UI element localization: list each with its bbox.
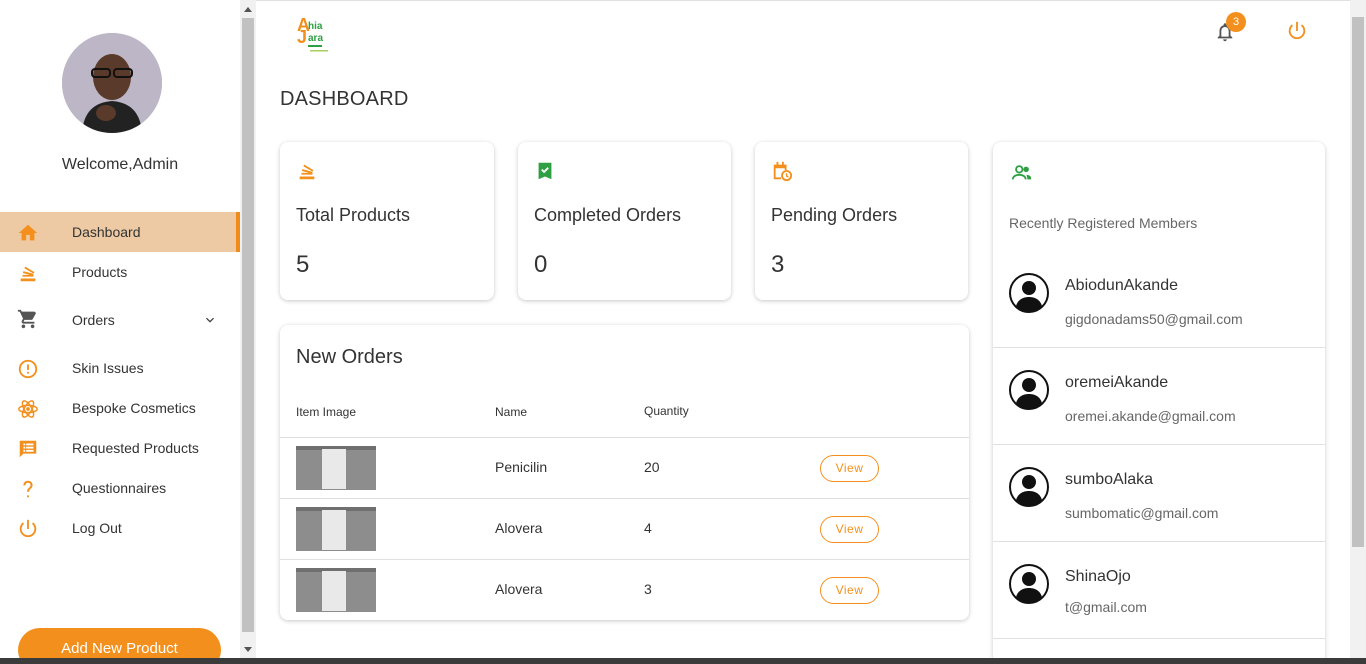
member-email: gigdonadams50@gmail.com: [1065, 311, 1243, 327]
sidebar-scrollbar-thumb[interactable]: [242, 18, 254, 632]
logo-text-hia: hia: [308, 21, 323, 32]
view-button[interactable]: View: [820, 577, 879, 604]
stat-value: 0: [534, 251, 548, 278]
user-avatar-icon: [1009, 564, 1049, 604]
item-quantity: 20: [644, 459, 660, 475]
sidebar-item-skin-issues[interactable]: Skin Issues: [0, 348, 240, 388]
sidebar-item-label: Orders: [72, 312, 115, 328]
member-item[interactable]: ShinaOjo t@gmail.com: [993, 542, 1325, 639]
admin-avatar: [62, 33, 162, 133]
cart-icon: [17, 309, 37, 329]
new-orders-title: New Orders: [296, 346, 403, 368]
calendar-clock-icon: [773, 161, 793, 182]
list-box-icon: [19, 440, 37, 458]
sidebar-item-label: Questionnaires: [72, 480, 167, 496]
user-avatar-icon: [1009, 273, 1049, 313]
table-row: Alovera 4 View: [280, 498, 969, 559]
welcome-text: Welcome,Admin: [61, 156, 179, 173]
chevron-down-icon[interactable]: [202, 312, 218, 328]
sidebar-item-label: Skin Issues: [72, 360, 144, 376]
sidebar-item-requested-products[interactable]: Requested Products: [0, 428, 240, 468]
stat-value: 3: [771, 251, 785, 278]
sidebar-item-label: Bespoke Cosmetics: [72, 400, 196, 416]
column-header-item-image: Item Image: [296, 405, 357, 419]
member-name: ShinaOjo: [1065, 568, 1131, 585]
member-email: sumbomatic@gmail.com: [1065, 505, 1219, 521]
app-logo[interactable]: A hia J ara: [294, 11, 334, 55]
page-title: DASHBOARD: [280, 88, 409, 110]
members-title: Recently Registered Members: [1009, 215, 1198, 231]
stat-value: 5: [296, 251, 310, 278]
item-name: Alovera: [495, 520, 543, 536]
atom-icon: [18, 400, 38, 418]
member-email: t@gmail.com: [1065, 599, 1147, 615]
sidebar-item-questionnaires[interactable]: Questionnaires: [0, 468, 240, 508]
item-name: Alovera: [495, 581, 543, 597]
page-scrollbar-thumb[interactable]: [1352, 17, 1364, 547]
logo-text-ara: ara: [308, 33, 323, 44]
stack-icon: [299, 164, 315, 180]
sidebar: Welcome,Admin Dashboard Products Orders …: [0, 0, 240, 664]
column-header-name: Name: [495, 405, 528, 419]
stat-card-total-products: Total Products 5: [280, 142, 494, 300]
item-quantity: 4: [644, 520, 652, 536]
taskbar-strip: [0, 658, 1366, 664]
stat-card-pending-orders: Pending Orders 3: [755, 142, 968, 300]
stat-title: Completed Orders: [534, 205, 682, 225]
table-row: Penicilin 20 View: [280, 437, 969, 498]
alert-circle-icon: [18, 359, 38, 379]
stat-title: Total Products: [296, 205, 411, 225]
stack-icon: [20, 266, 36, 282]
item-name: Penicilin: [495, 459, 548, 475]
power-icon: [19, 519, 37, 538]
user-avatar-icon: [1009, 370, 1049, 410]
view-button[interactable]: View: [820, 455, 879, 482]
member-item[interactable]: sumboAlaka sumbomatic@gmail.com: [993, 445, 1325, 542]
bookmark-check-icon: [538, 162, 552, 180]
member-name: oremeiAkande: [1065, 374, 1169, 391]
view-button[interactable]: View: [820, 516, 879, 543]
sidebar-item-label: Dashboard: [72, 224, 141, 240]
item-image: [296, 507, 376, 551]
sidebar-item-label: Products: [72, 264, 128, 280]
member-name: AbiodunAkande: [1065, 277, 1178, 294]
item-quantity: 3: [644, 581, 652, 597]
member-item[interactable]: AbiodunAkande gigdonadams50@gmail.com: [993, 251, 1325, 348]
group-icon: [1011, 165, 1032, 180]
item-image: [296, 446, 376, 490]
sidebar-item-label: Log Out: [72, 520, 122, 536]
sidebar-nav: Dashboard Products Orders Skin Issues Be…: [0, 212, 240, 548]
stat-title: Pending Orders: [771, 205, 898, 225]
notification-badge: 3: [1226, 12, 1246, 32]
question-icon: [23, 480, 33, 498]
recent-members-card: Recently Registered Members AbiodunAkand…: [993, 142, 1325, 664]
svg-text:J: J: [297, 27, 307, 47]
member-item[interactable]: oremeiAkande oremei.akande@gmail.com: [993, 348, 1325, 445]
scroll-up-arrow[interactable]: [244, 7, 252, 12]
new-orders-card: New Orders Item Image Name Quantity Peni…: [280, 325, 969, 620]
member-email: oremei.akande@gmail.com: [1065, 408, 1236, 424]
sidebar-item-bespoke-cosmetics[interactable]: Bespoke Cosmetics: [0, 388, 240, 428]
sidebar-item-orders[interactable]: Orders: [0, 292, 240, 348]
stat-card-completed-orders: Completed Orders 0: [518, 142, 731, 300]
table-row: Alovera 3 View: [280, 559, 969, 620]
sidebar-item-dashboard[interactable]: Dashboard: [0, 212, 240, 252]
sidebar-item-products[interactable]: Products: [0, 252, 240, 292]
item-image: [296, 568, 376, 612]
user-avatar-icon: [1009, 467, 1049, 507]
scroll-down-arrow[interactable]: [244, 647, 252, 652]
main-content: A hia J ara 3 DASHBOARD Total Products 5…: [256, 0, 1350, 664]
sidebar-item-label: Requested Products: [72, 440, 199, 456]
home-icon: [18, 224, 38, 241]
sidebar-item-log-out[interactable]: Log Out: [0, 508, 240, 548]
member-name: sumboAlaka: [1065, 471, 1154, 488]
power-icon[interactable]: [1286, 20, 1308, 42]
column-header-quantity: Quantity: [644, 404, 689, 418]
